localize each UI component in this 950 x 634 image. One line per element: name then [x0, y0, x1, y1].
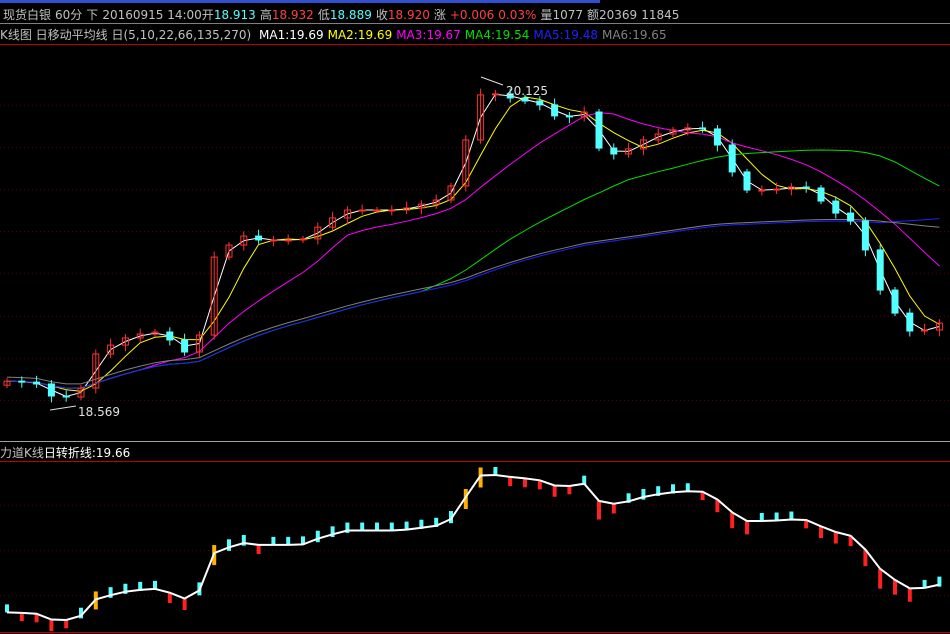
candle-body	[565, 115, 573, 118]
candle-body	[269, 239, 277, 242]
force-bar	[819, 526, 823, 539]
candle-body	[33, 381, 41, 385]
candle-body	[906, 312, 914, 332]
candle-body	[891, 289, 899, 314]
candle-body	[255, 235, 263, 241]
max-marker	[480, 76, 504, 86]
candle-body	[847, 212, 855, 222]
candle-body	[536, 100, 544, 106]
force-bar	[893, 579, 897, 595]
candle-body	[743, 171, 751, 191]
force-bar	[730, 512, 735, 529]
min-price-label: 18.569	[78, 405, 120, 419]
candle-body	[861, 220, 869, 251]
force-bar	[5, 604, 9, 613]
candle-body	[713, 128, 721, 146]
force-bar	[49, 619, 54, 632]
force-bar	[833, 532, 838, 544]
force-bar	[745, 520, 749, 535]
ma-line-4	[6, 149, 940, 389]
candle-body	[18, 380, 26, 383]
force-bar	[19, 612, 24, 622]
force-bar	[227, 539, 231, 551]
force-bar	[907, 588, 912, 602]
candle-body	[595, 111, 603, 149]
force-bar	[315, 530, 320, 543]
turning-line	[6, 473, 940, 622]
force-bar	[271, 536, 276, 545]
candle-body	[373, 209, 381, 212]
ma-line-1	[6, 93, 940, 398]
candle-body	[62, 395, 70, 398]
candle-body	[551, 104, 559, 117]
force-bar	[375, 522, 379, 531]
force-bar	[256, 544, 261, 555]
min-marker	[49, 405, 77, 411]
force-bar	[759, 512, 764, 521]
force-bar	[611, 503, 616, 514]
force-bar	[878, 568, 883, 589]
force-bar	[286, 536, 291, 545]
force-bar	[597, 500, 601, 520]
force-bar	[64, 620, 69, 629]
force-bar	[389, 522, 394, 531]
force-bar	[552, 485, 557, 497]
candle-body	[388, 209, 396, 212]
candle-body	[817, 187, 825, 202]
candle-body	[832, 200, 840, 214]
candle-body	[47, 383, 55, 397]
ma-line-5	[6, 218, 940, 389]
force-bar	[508, 476, 513, 487]
candle-body	[699, 127, 707, 130]
candlestick-chart[interactable]: 20.125 18.569	[0, 0, 950, 634]
candle-body	[802, 186, 810, 189]
candle-body	[521, 97, 529, 102]
candle-body	[166, 331, 174, 341]
max-price-label: 20.125	[506, 84, 548, 98]
ma-line-3	[6, 112, 940, 389]
candle-body	[181, 339, 189, 353]
candle-body	[358, 209, 366, 212]
force-bar	[360, 522, 365, 531]
candle-body	[610, 147, 618, 155]
candle-body	[876, 249, 884, 291]
candle-body	[728, 144, 736, 173]
force-bar	[182, 598, 187, 611]
force-bar	[523, 478, 527, 488]
candle-body	[758, 189, 766, 192]
force-bar	[567, 486, 572, 495]
candle-body	[284, 239, 292, 242]
ma-line-6	[6, 219, 940, 385]
